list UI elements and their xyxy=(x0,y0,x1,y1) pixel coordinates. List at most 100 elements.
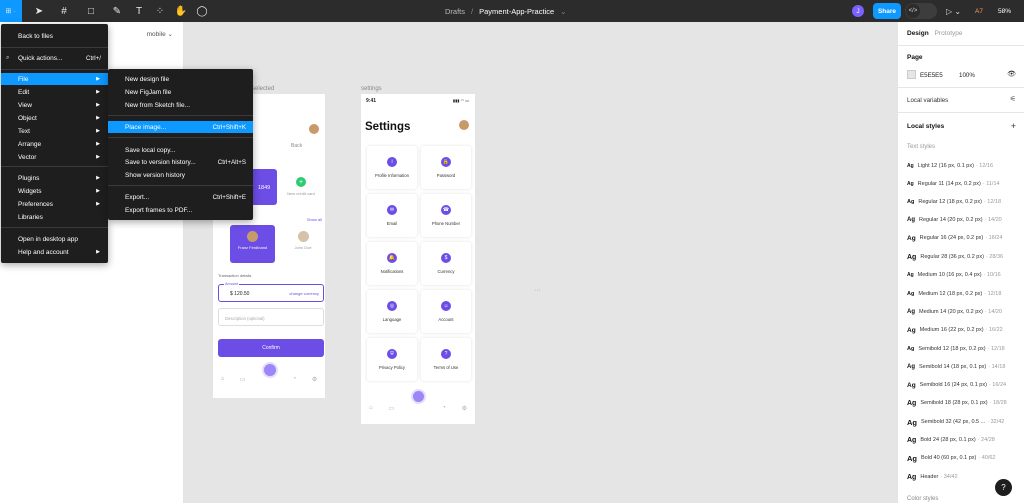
menu-item-vector[interactable]: Vector ▶ xyxy=(1,151,108,163)
text-style-item[interactable]: Ag Header · 34/42 xyxy=(907,472,958,482)
settings-card: ? Terms of Use xyxy=(421,338,471,381)
menu-item-export[interactable]: Export... Ctrl+Shift+E xyxy=(108,191,253,203)
pen-tool-button[interactable]: ✎ xyxy=(108,0,126,22)
zoom-level[interactable]: 58% xyxy=(998,0,1011,22)
text-style-item[interactable]: Ag Semibold 12 (18 px, 0.2 px) · 12/18 xyxy=(907,344,1005,354)
menu-item-new-design-file[interactable]: New design file xyxy=(108,73,253,85)
menu-item-arrange[interactable]: Arrange ▶ xyxy=(1,138,108,150)
main-menu-button[interactable]: ⊞ ⌄ xyxy=(0,0,22,22)
comment-tool-button[interactable]: ◯ xyxy=(193,0,211,22)
settings-icon: ⚙ xyxy=(311,376,318,383)
menu-item-show-version-history[interactable]: Show version history xyxy=(108,169,253,181)
text-style-item[interactable]: Ag Light 12 (16 px, 0.1 px) · 12/16 xyxy=(907,161,993,171)
sliders-icon[interactable]: ⚟ xyxy=(1010,95,1016,103)
text-style-item[interactable]: Ag Medium 12 (18 px, 0.2 px) · 12/18 xyxy=(907,289,1001,299)
chart-icon: ◔ xyxy=(292,376,297,382)
text-tool-button[interactable]: T xyxy=(130,0,148,22)
text-style-item[interactable]: Ag Semibold 32 (42 px, 0.5 ... · 32/42 xyxy=(907,417,1004,427)
card-label: Privacy Policy xyxy=(378,365,406,370)
menu-item-save-local-copy[interactable]: Save local copy... xyxy=(108,144,253,156)
menu-item-new-from-sketch[interactable]: New from Sketch file... xyxy=(108,99,253,111)
help-button[interactable]: ? xyxy=(995,479,1012,496)
text-style-item[interactable]: Ag Bold 40 (60 px, 0.1 px) · 40/62 xyxy=(907,453,995,463)
share-button[interactable]: Share xyxy=(873,3,901,19)
tab-prototype[interactable]: Prototype xyxy=(935,30,963,37)
menu-item-label: Object xyxy=(18,114,37,122)
drafts-link[interactable]: Drafts xyxy=(445,7,465,16)
card-label: Notifications xyxy=(380,269,404,274)
tab-design[interactable]: Design xyxy=(907,30,929,37)
menu-item-file[interactable]: File ▶ xyxy=(1,73,108,85)
hand-tool-button[interactable]: ✋ xyxy=(172,0,190,22)
text-style-item[interactable]: Ag Medium 14 (20 px, 0.2 px) · 14/20 xyxy=(907,307,1002,317)
text-style-item[interactable]: Ag Regular 16 (24 px, 0.2 px) · 16/24 xyxy=(907,233,1002,243)
menu-item-text[interactable]: Text ▶ xyxy=(1,125,108,137)
user-avatar[interactable]: J xyxy=(852,5,864,17)
scan-fab xyxy=(411,389,426,404)
menu-item-libraries[interactable]: Libraries xyxy=(1,211,108,223)
present-button[interactable]: ▷ ⌄ xyxy=(946,0,961,22)
local-variables[interactable]: Local variables xyxy=(907,97,948,104)
text-style-name: Medium 10 (16 px, 0.4 px) xyxy=(917,272,982,278)
menu-item-help[interactable]: Help and account ▶ xyxy=(1,246,108,258)
text-style-item[interactable]: Ag Bold 24 (28 px, 0.1 px) · 24/28 xyxy=(907,435,995,445)
menu-item-save-version-history[interactable]: Save to version history... Ctrl+Alt+S xyxy=(108,156,253,168)
menu-item-label: Show version history xyxy=(125,171,185,179)
text-style-item[interactable]: Ag Regular 12 (18 px, 0.2 px) · 12/18 xyxy=(907,197,1001,207)
menu-item-export-pdf[interactable]: Export frames to PDF... xyxy=(108,204,253,216)
text-style-item[interactable]: Ag Regular 11 (14 px, 0.2 px) · 11/14 xyxy=(907,179,1000,189)
text-style-item[interactable]: Ag Semibold 14 (18 px, 0.1 px) · 14/18 xyxy=(907,362,1005,372)
menu-item-label: Arrange xyxy=(18,140,42,148)
text-style-preview-icon: Ag xyxy=(907,436,917,444)
dev-mode-toggle[interactable]: </> xyxy=(905,3,937,19)
frame-label-mobile[interactable]: selected xyxy=(252,86,274,92)
menu-item-object[interactable]: Object ▶ xyxy=(1,112,108,124)
settings-frame[interactable]: 9:41 ▮▮▮ ◠ ▭ Settings i Profile Informati… xyxy=(361,94,475,424)
project-name[interactable]: Payment-App-Practice xyxy=(479,7,554,16)
frame-tool-button[interactable]: # xyxy=(55,0,73,22)
menu-item-place-image[interactable]: Place image... Ctrl+Shift+K xyxy=(108,121,253,133)
shape-tool-button[interactable]: □ xyxy=(82,0,100,22)
frame-label-settings[interactable]: settings xyxy=(361,86,382,92)
settings-card: ⛨ Privacy Policy xyxy=(367,338,417,381)
text-style-item[interactable]: Ag Regular 14 (20 px, 0.2 px) · 14/20 xyxy=(907,215,1002,225)
menu-item-edit[interactable]: Edit ▶ xyxy=(1,86,108,98)
menu-item-back-to-files[interactable]: Back to files xyxy=(1,30,108,42)
accessibility-badge[interactable]: A7 xyxy=(975,0,983,22)
menu-item-widgets[interactable]: Widgets ▶ xyxy=(1,185,108,197)
divider xyxy=(898,45,1024,46)
page-color-hex[interactable]: E5E5E5 xyxy=(920,72,943,79)
add-style-button[interactable]: + xyxy=(1011,121,1016,131)
text-style-item[interactable]: Ag Medium 10 (16 px, 0.4 px) · 10/16 xyxy=(907,270,1001,280)
menu-item-new-figjam-file[interactable]: New FigJam file xyxy=(108,86,253,98)
text-style-item[interactable]: Ag Semibold 16 (24 px, 0.1 px) · 16/24 xyxy=(907,380,1006,390)
panel-tabs: Design Prototype xyxy=(907,30,963,37)
eye-icon[interactable]: 👁 xyxy=(1007,70,1016,78)
page-color-swatch[interactable] xyxy=(907,70,916,79)
menu-item-open-desktop[interactable]: Open in desktop app xyxy=(1,233,108,245)
text-style-name: Header xyxy=(920,474,939,480)
figma-logo-icon: ⊞ xyxy=(5,8,12,15)
page-opacity[interactable]: 100% xyxy=(959,72,975,79)
menu-item-preferences[interactable]: Preferences ▶ xyxy=(1,198,108,210)
text-style-item[interactable]: Ag Regular 28 (36 px, 0.2 px) · 28/36 xyxy=(907,252,1003,262)
menu-item-plugins[interactable]: Plugins ▶ xyxy=(1,172,108,184)
question-icon: ? xyxy=(441,349,451,359)
text-style-name: Light 12 (16 px, 0.1 px) xyxy=(917,163,974,169)
menu-item-quick-actions[interactable]: ⌕ Quick actions... Ctrl+/ xyxy=(1,52,108,64)
text-style-item[interactable]: Ag Semibold 18 (28 px, 0.1 px) · 18/28 xyxy=(907,398,1007,408)
code-icon: </> xyxy=(906,4,920,18)
canvas[interactable]: settings selected Back 1849 + New credit… xyxy=(184,22,897,503)
chevron-down-icon[interactable]: ⌄ xyxy=(560,7,566,16)
text-style-item[interactable]: Ag Medium 16 (22 px, 0.2 px) · 16/22 xyxy=(907,325,1003,335)
settings-card: i Profile Information xyxy=(367,146,417,189)
page-selector[interactable]: mobile ⌄ xyxy=(147,30,173,38)
resources-button[interactable]: ⁘ xyxy=(151,0,169,22)
move-tool-button[interactable]: ➤ xyxy=(30,0,48,22)
menu-item-view[interactable]: View ▶ xyxy=(1,99,108,111)
menu-item-label: New FigJam file xyxy=(125,88,172,96)
status-time: 9:41 xyxy=(366,98,377,104)
dollar-icon: $ xyxy=(441,253,451,263)
text-style-meta: · 34/42 xyxy=(940,474,958,480)
chevron-right-icon: ▶ xyxy=(96,249,100,255)
